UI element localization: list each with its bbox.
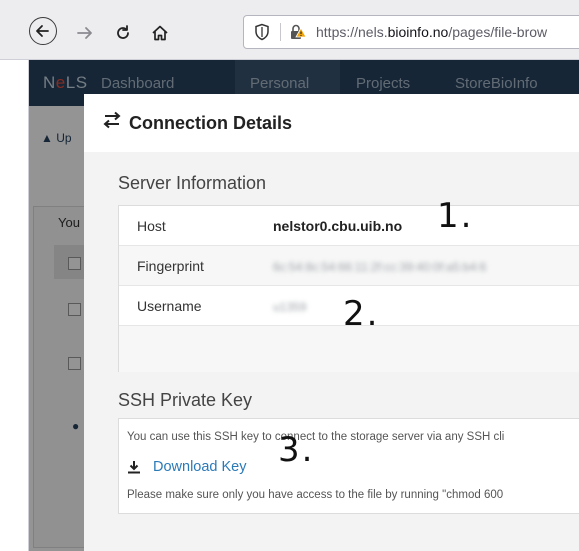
table-row-fingerprint: Fingerprint 6c:54:8c:54:66:11:2f:cc:39:4… — [119, 246, 579, 286]
table-row-host: Host nelstor0.cbu.uib.no — [119, 206, 579, 246]
url-separator — [280, 23, 281, 41]
reload-icon — [117, 25, 129, 39]
host-label: Host — [137, 218, 166, 234]
swap-arrows-icon — [102, 111, 122, 134]
insecure-lock-icon[interactable] — [289, 23, 307, 46]
arrow-right-icon — [77, 27, 92, 39]
window-frame-edge — [0, 0, 29, 551]
username-label: Username — [137, 298, 202, 314]
modal-body: Server Information Host nelstor0.cbu.uib… — [84, 152, 579, 551]
connection-details-modal: Connection Details Server Information Ho… — [84, 94, 579, 551]
key-description: You can use this SSH key to connect to t… — [127, 431, 505, 443]
home-icon — [152, 25, 168, 41]
url-domain: bioinfo.no — [387, 24, 449, 40]
download-key-link[interactable]: Download Key — [127, 459, 247, 475]
ssh-key-panel: You can use this SSH key to connect to t… — [118, 418, 579, 514]
fingerprint-label: Fingerprint — [137, 258, 204, 274]
username-value[interactable]: u1359 — [273, 300, 306, 314]
download-key-label: Download Key — [153, 459, 247, 475]
server-info-table: Host nelstor0.cbu.uib.no Fingerprint 6c:… — [118, 205, 579, 372]
home-button[interactable] — [145, 18, 175, 48]
download-icon — [128, 461, 140, 474]
back-button[interactable] — [29, 17, 57, 45]
shield-icon[interactable] — [254, 23, 270, 46]
forward-button[interactable] — [70, 18, 100, 48]
annotation-3: 3. — [278, 430, 315, 470]
reload-button[interactable] — [108, 18, 138, 48]
fingerprint-value[interactable]: 6c:54:8c:54:66:11:2f:cc:39:40:0f:a5:b4:6 — [273, 260, 486, 274]
ssh-key-title: SSH Private Key — [118, 390, 253, 410]
modal-header: Connection Details — [84, 94, 579, 153]
url-bar[interactable]: https://nels.bioinfo.no/pages/file-brow — [243, 15, 579, 49]
url-path: /pages/file-brow — [448, 24, 548, 40]
annotation-1: 1. — [437, 196, 474, 236]
url-prefix: https://nels. — [316, 24, 388, 40]
modal-title: Connection Details — [129, 113, 293, 133]
annotation-2: 2. — [343, 294, 380, 334]
browser-toolbar: https://nels.bioinfo.no/pages/file-brow — [0, 0, 579, 60]
arrow-left-icon — [36, 25, 49, 37]
key-permission-note: Please make sure only you have access to… — [127, 489, 504, 501]
host-value[interactable]: nelstor0.cbu.uib.no — [273, 218, 402, 234]
server-info-title: Server Information — [118, 173, 267, 193]
url-text[interactable]: https://nels.bioinfo.no/pages/file-brow — [316, 24, 547, 40]
